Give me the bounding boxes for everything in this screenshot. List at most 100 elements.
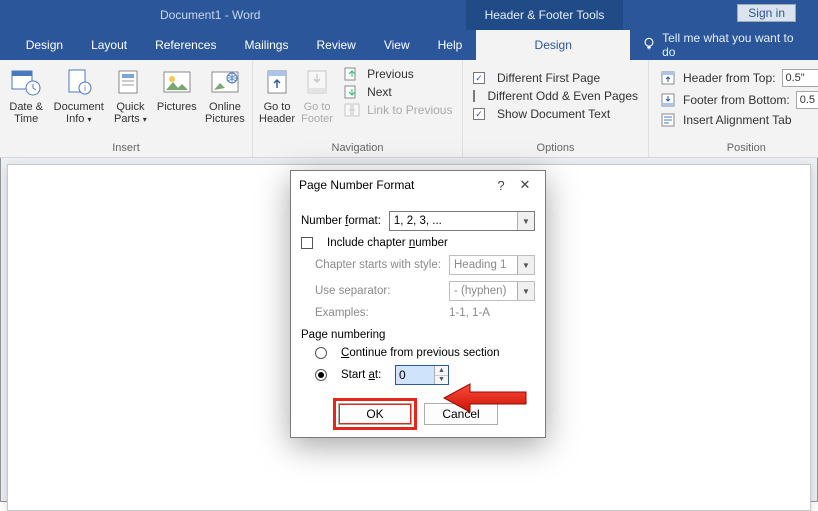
document-info-icon: i xyxy=(63,66,95,98)
separator-combo: - (hyphen) ▼ xyxy=(449,281,535,301)
spinner-buttons[interactable]: ▲▼ xyxy=(434,366,448,384)
footer-from-bottom-icon xyxy=(659,93,677,107)
dialog-help-button[interactable]: ? xyxy=(489,178,513,193)
separator-value: - (hyphen) xyxy=(454,285,506,297)
date-time-button[interactable]: Date & Time xyxy=(6,64,46,125)
page-number-format-dialog: Page Number Format ? ✕ Number format: 1,… xyxy=(290,170,546,438)
different-first-page-label: Different First Page xyxy=(497,71,600,85)
spinner-down-icon[interactable]: ▼ xyxy=(435,376,448,385)
previous-button[interactable]: Previous xyxy=(339,66,456,82)
insert-alignment-tab-label: Insert Alignment Tab xyxy=(683,113,792,127)
ok-button[interactable]: OK xyxy=(338,403,412,425)
document-title: Document1 - Word xyxy=(160,8,260,22)
start-at-spinner[interactable]: 0 ▲▼ xyxy=(395,365,449,385)
dialog-titlebar: Page Number Format ? ✕ xyxy=(291,171,545,199)
chevron-down-icon: ▼ xyxy=(517,282,534,300)
contextual-tab-title: Header & Footer Tools xyxy=(466,0,623,30)
examples-label: Examples: xyxy=(315,307,441,319)
ribbon-group-navigation: Go to Header Go to Footer Previous Next xyxy=(253,60,463,157)
include-chapter-number-checkbox[interactable]: Include chapter number xyxy=(301,237,535,249)
previous-label: Previous xyxy=(367,67,414,81)
document-info-label: Document Info ▾ xyxy=(52,101,105,125)
checkbox-unchecked-icon xyxy=(301,237,313,249)
show-document-text-label: Show Document Text xyxy=(497,107,610,121)
goto-footer-label: Go to Footer xyxy=(301,101,333,125)
online-pictures-label: Online Pictures xyxy=(204,101,246,125)
number-format-combo[interactable]: 1, 2, 3, ... ▼ xyxy=(389,211,535,231)
group-caption-navigation: Navigation xyxy=(259,140,456,157)
insert-alignment-tab-icon xyxy=(659,113,677,127)
tab-help[interactable]: Help xyxy=(424,30,477,60)
continue-from-previous-label: Continue from previous section xyxy=(341,347,500,359)
dialog-title: Page Number Format xyxy=(299,178,489,192)
document-info-button[interactable]: i Document Info ▾ xyxy=(52,64,105,125)
examples-value: 1-1, 1-A xyxy=(449,307,490,319)
radio-unselected-icon xyxy=(315,347,327,359)
tab-design[interactable]: Design xyxy=(12,30,77,60)
previous-icon xyxy=(343,67,361,81)
ribbon-group-options: ✓ Different First Page Different Odd & E… xyxy=(463,60,649,157)
checkbox-checked-icon: ✓ xyxy=(473,72,485,84)
footer-from-bottom-value[interactable]: 0.5 xyxy=(796,91,818,109)
show-document-text-checkbox[interactable]: ✓ Show Document Text xyxy=(469,106,642,122)
link-to-previous-icon xyxy=(343,103,361,117)
goto-header-button[interactable]: Go to Header xyxy=(259,64,295,125)
svg-text:i: i xyxy=(84,84,86,93)
chevron-down-icon: ▼ xyxy=(517,256,534,274)
online-pictures-icon xyxy=(209,66,241,98)
footer-from-bottom-label: Footer from Bottom: xyxy=(683,93,790,107)
different-odd-even-label: Different Odd & Even Pages xyxy=(487,89,638,103)
ribbon-group-insert: Date & Time i Document Info ▾ Quick Part… xyxy=(0,60,253,157)
tell-me-search[interactable]: Tell me what you want to do xyxy=(630,30,818,60)
dialog-close-button[interactable]: ✕ xyxy=(513,177,537,193)
start-at-value[interactable]: 0 xyxy=(396,366,434,384)
different-odd-even-checkbox[interactable]: Different Odd & Even Pages xyxy=(469,88,642,104)
footer-from-bottom-field[interactable]: Footer from Bottom: 0.5 xyxy=(655,90,818,110)
number-format-value: 1, 2, 3, ... xyxy=(394,215,442,227)
date-time-label: Date & Time xyxy=(6,101,46,125)
pictures-label: Pictures xyxy=(157,101,197,113)
ribbon-tabstrip: Design Layout References Mailings Review… xyxy=(0,30,818,60)
header-from-top-field[interactable]: Header from Top: 0.5" xyxy=(655,68,818,88)
ribbon: Date & Time i Document Info ▾ Quick Part… xyxy=(0,60,818,158)
tab-view[interactable]: View xyxy=(370,30,424,60)
continue-from-previous-radio[interactable]: Continue from previous section xyxy=(315,347,535,359)
tab-layout[interactable]: Layout xyxy=(77,30,141,60)
chapter-style-combo: Heading 1 ▼ xyxy=(449,255,535,275)
include-chapter-number-label: Include chapter number xyxy=(327,237,448,249)
tab-mailings[interactable]: Mailings xyxy=(230,30,302,60)
next-button[interactable]: Next xyxy=(339,84,456,100)
date-time-icon xyxy=(10,66,42,98)
header-from-top-icon xyxy=(659,71,677,85)
online-pictures-button[interactable]: Online Pictures xyxy=(204,64,246,125)
quick-parts-button[interactable]: Quick Parts ▾ xyxy=(111,64,150,125)
header-from-top-value[interactable]: 0.5" xyxy=(782,69,818,87)
pictures-button[interactable]: Pictures xyxy=(156,64,198,113)
pictures-icon xyxy=(161,66,193,98)
group-caption-insert: Insert xyxy=(6,140,246,157)
cancel-button[interactable]: Cancel xyxy=(424,403,498,425)
checkbox-unchecked-icon xyxy=(473,90,475,102)
insert-alignment-tab-button[interactable]: Insert Alignment Tab xyxy=(655,112,818,128)
checkbox-checked-icon: ✓ xyxy=(473,108,485,120)
tab-review[interactable]: Review xyxy=(302,30,369,60)
quick-parts-icon xyxy=(114,66,146,98)
tell-me-label: Tell me what you want to do xyxy=(662,31,806,59)
header-from-top-label: Header from Top: xyxy=(683,71,776,85)
goto-footer-button: Go to Footer xyxy=(301,64,333,125)
different-first-page-checkbox[interactable]: ✓ Different First Page xyxy=(469,70,642,86)
tab-hf-design[interactable]: Design xyxy=(476,30,630,60)
goto-footer-icon xyxy=(301,66,333,98)
group-caption-position: Position xyxy=(655,140,818,157)
tabstrip-spacer xyxy=(0,30,12,60)
quick-parts-label: Quick Parts ▾ xyxy=(111,101,150,125)
tab-references[interactable]: References xyxy=(141,30,230,60)
group-caption-options: Options xyxy=(469,140,642,157)
ribbon-group-position: Header from Top: 0.5" Footer from Bottom… xyxy=(649,60,818,157)
number-format-label: Number format: xyxy=(301,215,381,227)
start-at-radio[interactable]: Start at: 0 ▲▼ xyxy=(315,365,535,385)
spinner-up-icon[interactable]: ▲ xyxy=(435,366,448,376)
chapter-starts-with-style-label: Chapter starts with style: xyxy=(315,259,441,271)
sign-in-button[interactable]: Sign in xyxy=(737,4,796,22)
next-icon xyxy=(343,85,361,99)
